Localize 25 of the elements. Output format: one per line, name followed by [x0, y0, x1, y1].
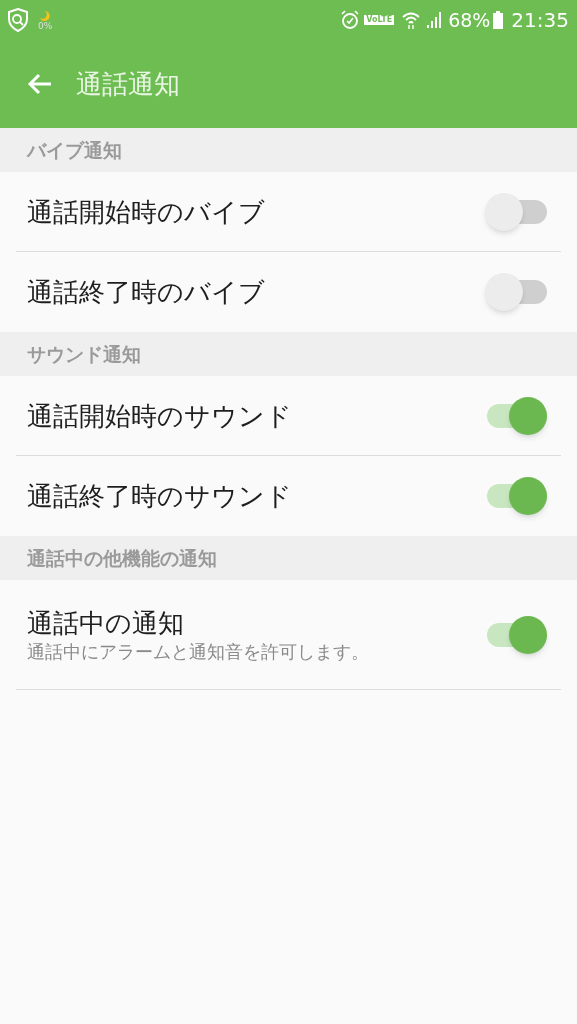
screen-title: 通話通知 — [76, 67, 180, 101]
setting-title: 通話開始時のサウンド — [27, 399, 293, 433]
toggle-switch[interactable] — [485, 396, 547, 435]
section-header: 通話中の他機能の通知 — [27, 545, 217, 571]
moon-icon — [39, 9, 52, 22]
toggle-switch[interactable] — [485, 615, 547, 654]
setting-summary: 通話中にアラームと通知音を許可します。 — [27, 639, 370, 664]
setting-title: 通話終了時のバイブ — [27, 276, 266, 309]
section-header: サウンド通知 — [27, 341, 141, 367]
volte-badge: VoLTE — [364, 15, 395, 25]
wifi-icon — [402, 11, 421, 29]
alarm-icon — [340, 10, 361, 30]
setting-title: 通話中の通知 — [27, 606, 185, 640]
status-text: 0% — [38, 21, 53, 31]
battery-icon — [493, 11, 504, 29]
setting-title: 通話開始時のバイブ — [27, 195, 266, 229]
section-header: バイブ通知 — [27, 137, 122, 163]
back-icon — [27, 73, 53, 95]
toggle-switch[interactable] — [485, 192, 547, 231]
shield-icon — [6, 7, 30, 33]
setting-title: 通話終了時のサウンド — [27, 480, 293, 513]
battery-percent: 68% — [448, 7, 491, 33]
clock: 21:35 — [511, 7, 569, 34]
toggle-switch[interactable] — [485, 273, 547, 311]
toggle-switch[interactable] — [485, 477, 547, 515]
